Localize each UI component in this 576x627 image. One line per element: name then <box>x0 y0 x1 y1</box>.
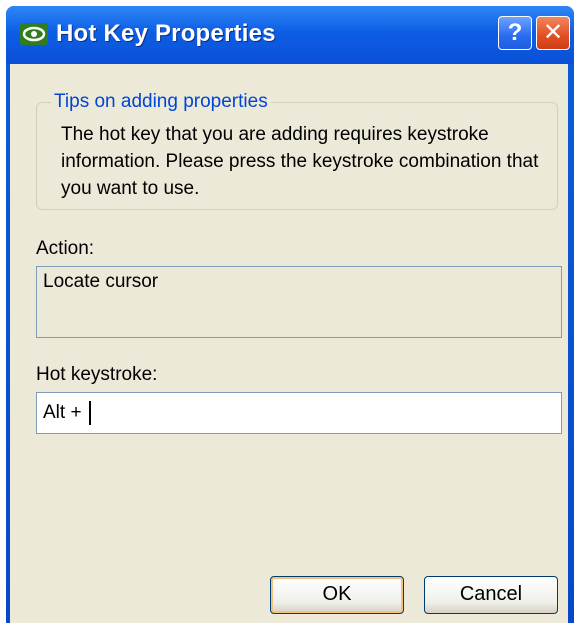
action-field: Locate cursor <box>36 266 562 338</box>
close-icon: ✕ <box>542 19 564 46</box>
help-icon: ? <box>507 19 523 46</box>
tips-text: The hot key that you are adding requires… <box>61 124 539 199</box>
window-title: Hot Key Properties <box>56 20 276 47</box>
hot-keystroke-value: Alt + <box>43 402 87 424</box>
help-button[interactable]: ? <box>498 16 532 50</box>
action-label: Action: <box>36 238 95 259</box>
hot-keystroke-label: Hot keystroke: <box>36 364 158 385</box>
tips-legend: Tips on adding properties <box>51 91 271 113</box>
dialog-body: Tips on adding properties The hot key th… <box>10 64 568 623</box>
action-value: Locate cursor <box>43 271 159 292</box>
title-bar[interactable]: Hot Key Properties ? ✕ <box>6 6 574 64</box>
tips-group: Tips on adding properties The hot key th… <box>36 91 558 210</box>
nvidia-logo-icon <box>20 23 48 45</box>
dialog-window: Hot Key Properties ? ✕ Tips on adding pr… <box>6 6 574 623</box>
hot-keystroke-input[interactable]: Alt + <box>36 392 562 434</box>
text-caret <box>88 401 91 425</box>
ok-button[interactable]: OK <box>270 576 404 614</box>
cancel-button[interactable]: Cancel <box>424 576 558 614</box>
close-button[interactable]: ✕ <box>536 16 570 50</box>
